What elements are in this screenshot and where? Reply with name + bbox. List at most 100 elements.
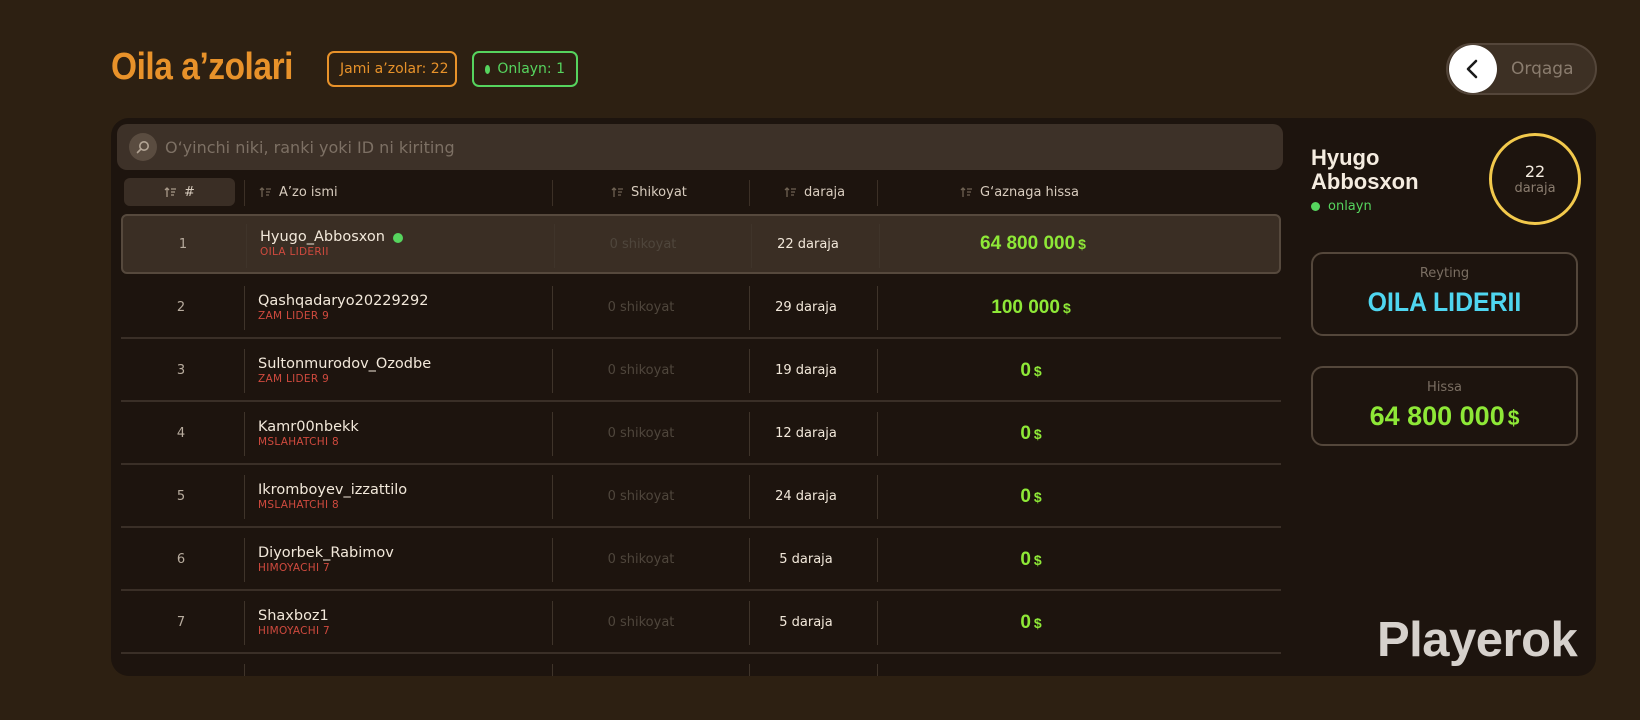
table-header: # A’zo ismi Shikoyat daraja G‘aznaga his… (111, 178, 1291, 210)
sort-icon (164, 186, 177, 198)
search-bar[interactable] (117, 124, 1283, 170)
column-divider (244, 286, 245, 330)
column-header-contribution[interactable]: G‘aznaga hissa (960, 178, 1079, 206)
column-divider (879, 224, 880, 268)
back-label: Orqaga (1511, 59, 1574, 79)
level-cell: 12 daraja (775, 426, 837, 441)
column-header-label: A’zo ismi (279, 184, 338, 200)
profile-level-value: 22 (1524, 161, 1546, 181)
share-card: Hissa 64 800 000 $ (1311, 366, 1578, 446)
row-number: 4 (176, 426, 186, 441)
table-row[interactable]: 1 Hyugo_Abbosxon OILA LIDERII 0 shikoyat 22 … (121, 214, 1281, 274)
column-header-level[interactable]: daraja (784, 178, 845, 206)
contribution-cell: 0 $ (901, 404, 1161, 463)
member-name: Sultonmurodov_Ozodbe (258, 356, 431, 373)
currency-symbol: $ (1033, 551, 1042, 568)
member-name-text: Qashqadaryo20229292 (258, 292, 429, 309)
column-divider (877, 349, 878, 393)
member-name: Kamr00nbekk (258, 419, 359, 436)
currency-symbol: $ (1507, 407, 1520, 430)
complaints-cell: 0 shikoyat (607, 426, 675, 441)
currency-symbol: $ (1062, 299, 1071, 316)
chevron-left-icon (1449, 45, 1497, 93)
complaints-cell: 0 shikoyat (607, 615, 675, 630)
contribution-amount: 100 000 (991, 296, 1060, 318)
column-divider (877, 180, 878, 206)
member-cell: Hyugo_Abbosxon OILA LIDERII (260, 216, 403, 272)
column-divider (552, 664, 553, 676)
row-number: 3 (176, 363, 186, 378)
search-input[interactable] (165, 137, 1283, 157)
sort-icon (960, 186, 973, 198)
table-row[interactable]: 7 Shaxboz1 HIMOYACHI 7 0 shikoyat 5 daraja 0 $ (121, 593, 1281, 654)
column-divider (877, 601, 878, 645)
member-rank: ZAM LIDER 9 (258, 372, 330, 385)
table-row[interactable]: 5 Ikromboyev_izzattilo MSLAHATCHI 8 0 shiko… (121, 467, 1281, 528)
column-divider (877, 286, 878, 330)
member-name: Ikromboyev_izzattilo (258, 482, 407, 499)
currency-symbol: $ (1033, 425, 1042, 442)
column-divider (877, 664, 878, 676)
contribution-amount: 0 (1020, 359, 1031, 381)
member-cell: Shaxboz1 HIMOYACHI 7 (258, 593, 330, 652)
online-members-badge: Onlayn: 1 (472, 51, 578, 87)
level-cell: 19 daraja (775, 363, 837, 378)
contribution-amount: 0 (1020, 611, 1031, 633)
column-header-label: Shikoyat (631, 184, 687, 200)
level-cell: 22 daraja (777, 236, 839, 252)
column-divider (244, 180, 245, 206)
contribution-cell: 0 $ (901, 467, 1161, 526)
column-divider (877, 412, 878, 456)
sort-icon (784, 186, 797, 198)
share-amount: 64 800 000 (1369, 401, 1505, 431)
column-divider (244, 538, 245, 582)
row-number: 1 (178, 236, 188, 252)
member-name: Hyugo_Abbosxon (260, 229, 403, 246)
online-dot-icon (485, 64, 491, 74)
complaints-cell: 0 shikoyat (607, 300, 675, 315)
table-row-partial (121, 656, 1281, 676)
total-members-badge: Jami a’zolar: 22 (327, 51, 457, 87)
back-button[interactable]: Orqaga (1446, 43, 1597, 95)
profile-status: onlayn (1311, 199, 1372, 214)
member-rank: MSLAHATCHI 8 (258, 498, 340, 511)
sort-icon (611, 186, 624, 198)
online-members-label: Onlayn: 1 (497, 61, 565, 77)
member-name: Shaxboz1 (258, 608, 329, 625)
member-name-text: Diyorbek_Rabimov (258, 544, 394, 561)
level-cell: 24 daraja (775, 489, 837, 504)
table-row[interactable]: 3 Sultonmurodov_Ozodbe ZAM LIDER 9 0 shikoy… (121, 341, 1281, 402)
member-name-text: Kamr00nbekk (258, 418, 359, 435)
contribution-cell: 0 $ (901, 341, 1161, 400)
column-divider (246, 224, 247, 268)
table-row[interactable]: 4 Kamr00nbekk MSLAHATCHI 8 0 shikoyat 12 dar… (121, 404, 1281, 465)
rating-value: OILA LIDERII (1367, 287, 1522, 317)
currency-symbol: $ (1033, 362, 1042, 379)
playerok-logo: Playerok (1377, 613, 1578, 667)
column-divider (877, 538, 878, 582)
column-divider (244, 601, 245, 645)
column-divider (749, 664, 750, 676)
member-cell: Qashqadaryo20229292 ZAM LIDER 9 (258, 278, 428, 337)
column-header-number[interactable]: # (124, 178, 235, 206)
table-row[interactable]: 6 Diyorbek_Rabimov HIMOYACHI 7 0 shikoyat 5 … (121, 530, 1281, 591)
member-name-text: Ikromboyev_izzattilo (258, 481, 408, 498)
column-divider (244, 412, 245, 456)
member-name: Qashqadaryo20229292 (258, 293, 428, 310)
currency-symbol: $ (1033, 488, 1042, 505)
level-cell: 5 daraja (779, 615, 833, 630)
contribution-cell: 100 000 $ (901, 278, 1161, 337)
member-name-text: Shaxboz1 (258, 607, 329, 624)
column-header-complaints[interactable]: Shikoyat (611, 178, 687, 206)
column-header-name[interactable]: A’zo ismi (259, 178, 338, 206)
member-cell: Ikromboyev_izzattilo MSLAHATCHI 8 (258, 467, 407, 526)
member-name: Diyorbek_Rabimov (258, 545, 394, 562)
contribution-amount: 0 (1020, 422, 1031, 444)
sort-icon (259, 186, 272, 198)
table-row[interactable]: 2 Qashqadaryo20229292 ZAM LIDER 9 0 shikoya… (121, 278, 1281, 339)
column-divider (877, 475, 878, 519)
profile-status-label: onlayn (1328, 199, 1372, 214)
contribution-amount: 64 800 000 (980, 233, 1076, 254)
row-number: 2 (176, 300, 186, 315)
complaints-cell: 0 shikoyat (607, 363, 675, 378)
